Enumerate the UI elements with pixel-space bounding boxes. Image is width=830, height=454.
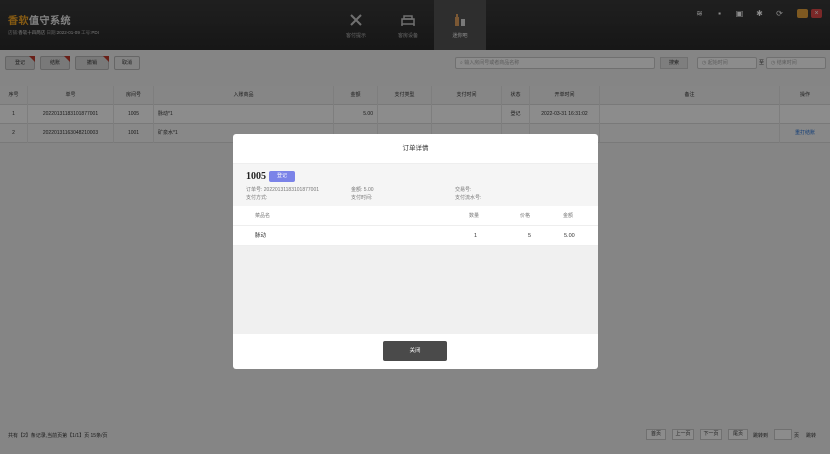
order-detail-dialog: 订单详情 1005 登记 订单号: 20220131183101877001 金… (233, 134, 598, 369)
dialog-title: 订单详情 (233, 134, 598, 164)
close-button[interactable]: 关闭 (383, 341, 447, 361)
list-item: 脉动 1 5 5.00 (233, 226, 598, 246)
trade-number: 交易号: (455, 187, 472, 193)
dialog-footer: 关闭 (233, 334, 598, 369)
pay-method: 支付方式: (246, 195, 268, 201)
pay-time: 支付时间: (351, 195, 373, 201)
items-header: 菜品名 数量 价格 金额 (233, 206, 598, 226)
status-badge: 登记 (269, 171, 295, 182)
items-empty-area (233, 246, 598, 334)
order-number: 订单号: 20220131183101877001 (246, 187, 320, 193)
order-amount: 金额: 5.00 (351, 187, 374, 193)
pay-serial: 支付流水号: (455, 195, 482, 201)
order-summary: 1005 登记 订单号: 20220131183101877001 金额: 5.… (233, 164, 598, 206)
room-number: 1005 (246, 171, 266, 182)
